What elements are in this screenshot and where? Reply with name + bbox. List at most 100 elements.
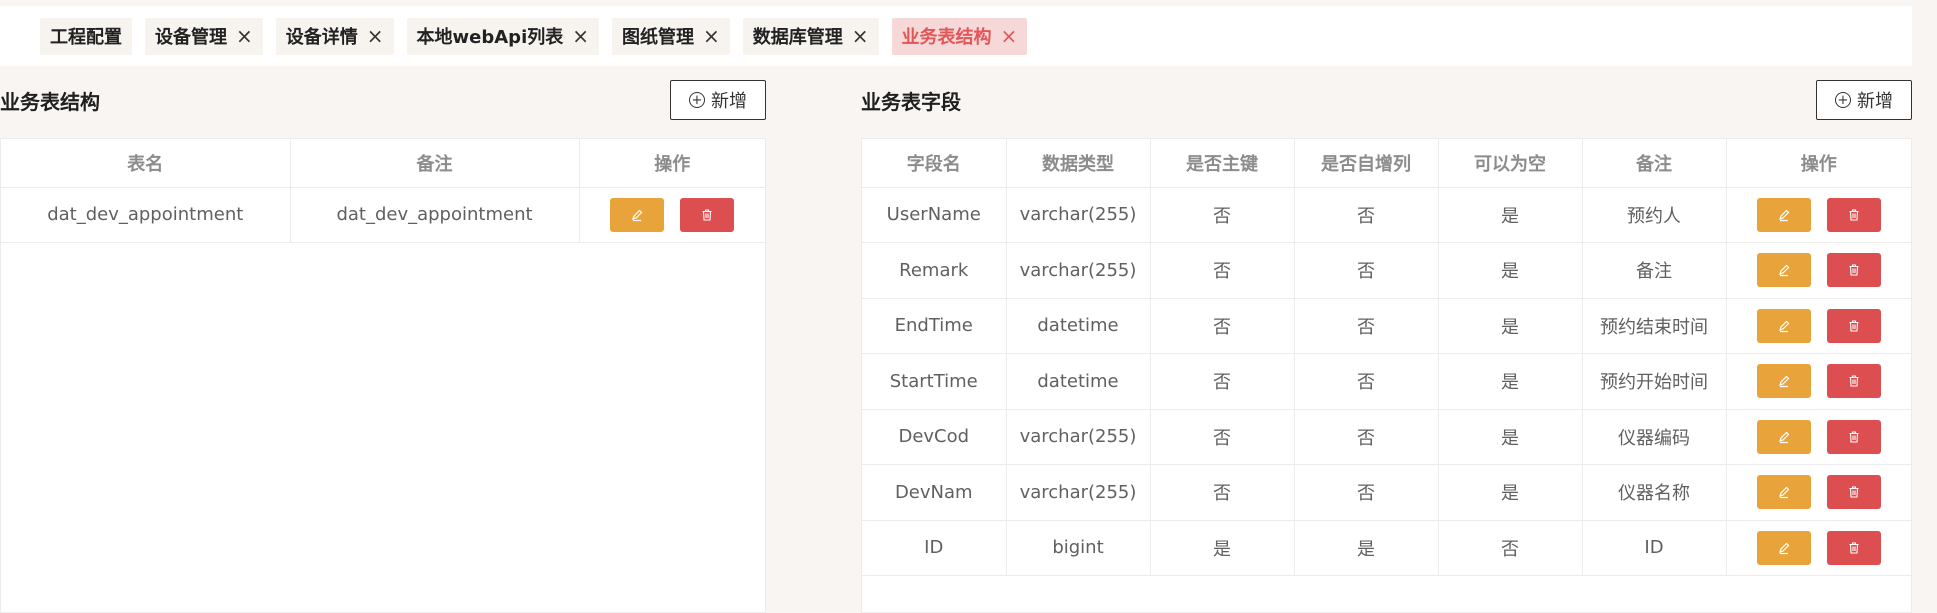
delete-button[interactable] [1826, 308, 1881, 343]
trash-icon [1847, 430, 1861, 444]
nullable-cell: 是 [1438, 464, 1583, 521]
auto-increment-cell: 否 [1294, 353, 1439, 410]
tab-item[interactable]: 设备详情 × [275, 17, 394, 55]
field-name-cell: Remark [862, 242, 1007, 299]
data-type-cell: varchar(255) [1006, 187, 1151, 243]
column-header: 字段名 [862, 139, 1007, 188]
auto-increment-cell: 否 [1294, 464, 1439, 521]
delete-button[interactable] [1826, 419, 1881, 454]
column-header: 备注 [290, 139, 580, 188]
tab-label: 数据库管理 [752, 27, 843, 48]
primary-key-cell: 否 [1150, 464, 1295, 521]
tab-item[interactable]: 数据库管理 × [742, 17, 879, 55]
delete-button[interactable] [1826, 475, 1881, 510]
edit-icon [1777, 541, 1791, 555]
close-icon[interactable]: × [703, 26, 720, 46]
tab-label: 设备详情 [285, 27, 358, 48]
add-table-button[interactable]: + 新增 [670, 80, 766, 120]
table-row[interactable]: UserName varchar(255) 否否是预约人 [862, 187, 1911, 243]
panel-title: 业务表字段 [861, 89, 961, 114]
remark-cell: 预约开始时间 [1582, 353, 1727, 410]
field-list: 字段名 数据类型 是否主键 是否自增列 可以为空 备注 操作 UserName varchar… [861, 138, 1912, 613]
edit-button[interactable] [1756, 253, 1811, 288]
close-icon[interactable]: × [236, 26, 253, 46]
remark-cell: 预约人 [1582, 187, 1727, 243]
tab-item[interactable]: 设备管理 × [145, 17, 263, 55]
nullable-cell: 是 [1438, 353, 1583, 410]
delete-button[interactable] [1826, 253, 1881, 288]
tab-item[interactable]: 工程配置 [40, 17, 132, 55]
table-row[interactable]: StartTime datetime 否否是预约开始时间 [862, 353, 1911, 410]
edit-icon [1777, 374, 1791, 388]
add-field-button[interactable]: + 新增 [1816, 80, 1912, 120]
data-type-cell: datetime [1006, 298, 1151, 354]
table-fields-panel: 业务表字段 + 新增 字段名 数据类型 是否主键 是否自增列 可以为空 备注 操作 User… [861, 78, 1912, 613]
column-header: 是否主键 [1150, 139, 1295, 188]
edit-button[interactable] [1756, 364, 1811, 399]
close-icon[interactable]: × [367, 26, 384, 46]
panel-title: 业务表结构 [0, 89, 100, 114]
actions-cell [1726, 353, 1911, 410]
column-header: 表名 [1, 139, 291, 188]
close-icon[interactable]: × [852, 26, 869, 46]
tab-item[interactable]: 本地webApi列表 × [406, 17, 600, 55]
nullable-cell: 否 [1438, 520, 1583, 576]
trash-icon [700, 208, 714, 222]
table-row[interactable]: Remark varchar(255) 否否是备注 [862, 242, 1911, 299]
actions-cell [1726, 409, 1911, 465]
field-name-cell: DevNam [862, 464, 1007, 521]
table-row[interactable]: DevCod varchar(255) 否否是仪器编码 [862, 409, 1911, 465]
actions-cell [1726, 187, 1911, 243]
row-actions [1727, 530, 1912, 565]
edit-button[interactable] [1756, 197, 1811, 232]
edit-button[interactable] [1756, 530, 1811, 565]
table-row[interactable]: dat_dev_appointment dat_dev_appointment [1, 187, 765, 243]
edit-button[interactable] [1756, 308, 1811, 343]
plus-circle-icon: + [1835, 92, 1851, 108]
nullable-cell: 是 [1438, 242, 1583, 299]
tab-label: 工程配置 [50, 27, 122, 48]
tab-label: 设备管理 [155, 27, 227, 48]
data-type-cell: bigint [1006, 520, 1151, 576]
actions-cell [1726, 242, 1911, 299]
trash-icon [1847, 319, 1861, 333]
nullable-cell: 是 [1438, 409, 1583, 465]
business-table-panel: 业务表结构 + 新增 表名 备注 操作 dat_dev_appointment dat… [0, 78, 766, 613]
table-row[interactable]: EndTime datetime 否否是预约结束时间 [862, 298, 1911, 354]
tab-item[interactable]: 业务表结构 × [891, 17, 1028, 55]
tab-label: 本地webApi列表 [416, 27, 564, 48]
table-row[interactable]: DevNam varchar(255) 否否是仪器名称 [862, 464, 1912, 521]
delete-button[interactable] [680, 197, 735, 232]
trash-icon [1847, 374, 1861, 388]
edit-icon [1777, 319, 1791, 333]
data-type-cell: varchar(255) [1006, 242, 1151, 299]
edit-button[interactable] [1756, 475, 1811, 510]
actions-cell [1726, 464, 1912, 521]
edit-button[interactable] [610, 197, 665, 232]
field-name-cell: DevCod [862, 409, 1007, 465]
remark-cell: ID [1582, 520, 1727, 576]
remark-cell: 仪器名称 [1582, 464, 1727, 521]
trash-icon [1847, 263, 1861, 277]
edit-icon [1777, 430, 1791, 444]
row-actions [1727, 475, 1912, 510]
column-header: 操作 [1726, 139, 1911, 188]
remark-cell: 备注 [1582, 242, 1727, 299]
delete-button[interactable] [1826, 197, 1881, 232]
column-header: 是否自增列 [1294, 139, 1439, 188]
delete-button[interactable] [1826, 530, 1881, 565]
edit-icon [1777, 485, 1791, 499]
auto-increment-cell: 是 [1294, 520, 1439, 576]
close-icon[interactable]: × [1001, 26, 1018, 46]
nullable-cell: 是 [1438, 187, 1583, 243]
data-type-cell: varchar(255) [1006, 409, 1151, 465]
actions-cell [579, 187, 765, 243]
edit-button[interactable] [1756, 419, 1811, 454]
table-row[interactable]: ID bigint 是是否 ID [862, 520, 1911, 576]
row-actions [1727, 197, 1912, 232]
tab-bar: 工程配置 设备管理 × 设备详情 × 本地webApi列表 × 图纸管理 × 数据库管理 × 业务表结… [0, 6, 1912, 66]
edit-icon [1777, 263, 1791, 277]
tab-item[interactable]: 图纸管理 × [612, 17, 730, 55]
delete-button[interactable] [1826, 364, 1881, 399]
close-icon[interactable]: × [572, 26, 589, 46]
